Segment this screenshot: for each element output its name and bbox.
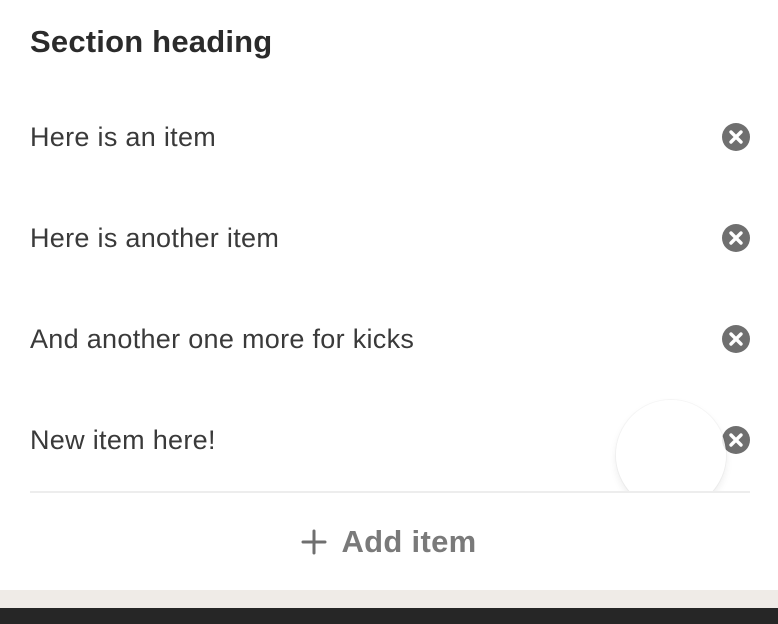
bottom-band xyxy=(0,590,778,608)
add-item-button[interactable]: Add item xyxy=(0,516,778,568)
remove-item-button[interactable] xyxy=(720,323,752,355)
page: Section heading Here is an item Here is … xyxy=(0,0,778,624)
close-circle-icon xyxy=(722,123,750,151)
section-heading: Section heading xyxy=(30,24,273,59)
list-item: New item here! xyxy=(30,410,750,470)
divider xyxy=(30,491,750,493)
item-label: Here is an item xyxy=(30,121,217,152)
item-label: And another one more for kicks xyxy=(30,323,415,354)
list-item: And another one more for kicks xyxy=(30,309,750,369)
list-item: Here is another item xyxy=(30,208,750,268)
remove-item-button[interactable] xyxy=(720,424,752,456)
close-circle-icon xyxy=(722,426,750,454)
list-card: Section heading Here is an item Here is … xyxy=(0,0,778,590)
close-circle-icon xyxy=(722,224,750,252)
add-item-label: Add item xyxy=(341,524,477,559)
list-item: Here is an item xyxy=(30,107,750,167)
plus-icon xyxy=(301,529,327,555)
bottom-bar xyxy=(0,608,778,624)
remove-item-button[interactable] xyxy=(720,222,752,254)
close-circle-icon xyxy=(722,325,750,353)
item-label: New item here! xyxy=(30,424,216,455)
item-label: Here is another item xyxy=(30,222,280,253)
remove-item-button[interactable] xyxy=(720,121,752,153)
